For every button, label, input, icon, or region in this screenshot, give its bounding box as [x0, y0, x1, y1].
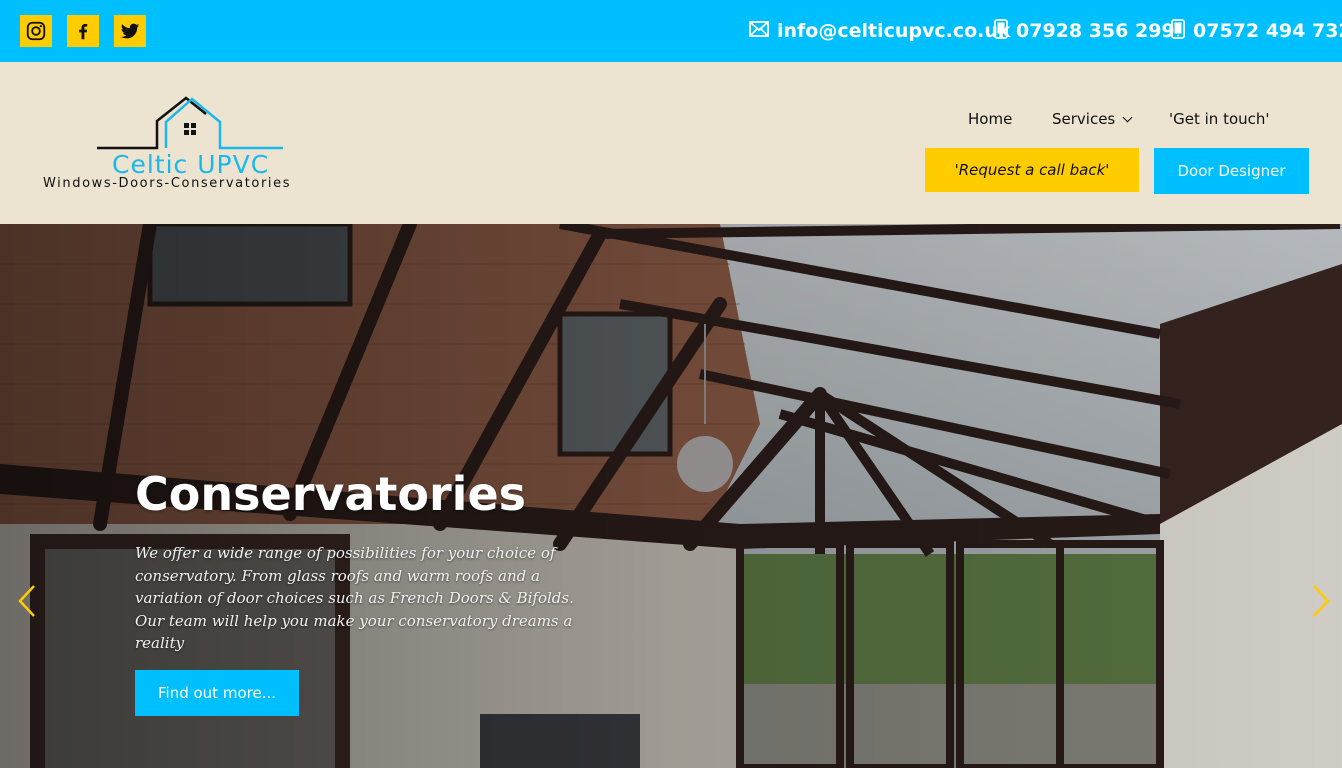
- nav-services-label: Services: [1052, 110, 1116, 128]
- facebook-icon[interactable]: [67, 15, 99, 47]
- nav-services[interactable]: Services: [1052, 110, 1133, 128]
- phone-link-2[interactable]: 07572 494 732: [1171, 0, 1342, 62]
- find-out-more-button[interactable]: Find out more...: [135, 670, 299, 716]
- top-bar: info@celticupvc.co.uk 07928 356 299 0757…: [0, 0, 1342, 62]
- chevron-left-icon[interactable]: [16, 584, 38, 618]
- hero-description: We offer a wide range of possibilities f…: [135, 544, 574, 652]
- phone-text-1: 07928 356 299: [1016, 20, 1175, 42]
- logo-title: Celtic UPVC: [112, 150, 270, 179]
- phone-link-1[interactable]: 07928 356 299: [994, 0, 1175, 62]
- mobile-phone-icon: [1171, 18, 1185, 44]
- instagram-icon[interactable]: [20, 15, 52, 47]
- mobile-phone-icon: [994, 18, 1008, 44]
- chevron-right-icon[interactable]: [1310, 584, 1332, 618]
- twitter-icon[interactable]: [114, 15, 146, 47]
- chevron-down-icon: [1122, 112, 1133, 123]
- envelope-icon: [749, 20, 769, 42]
- request-callback-button[interactable]: 'Request a call back': [925, 148, 1139, 192]
- email-text: info@celticupvc.co.uk: [777, 20, 1011, 42]
- phone-text-2: 07572 494 732: [1193, 20, 1342, 42]
- hero-title: Conservatories: [135, 467, 527, 521]
- nav-get-in-touch[interactable]: 'Get in touch': [1169, 110, 1270, 128]
- logo-tagline: Windows-Doors-Conservatories: [43, 176, 292, 191]
- door-designer-button[interactable]: Door Designer: [1154, 148, 1309, 194]
- email-link[interactable]: info@celticupvc.co.uk: [749, 0, 1011, 62]
- hero-slider: Conservatories We offer a wide range of …: [0, 224, 1342, 768]
- nav-home[interactable]: Home: [968, 110, 1012, 128]
